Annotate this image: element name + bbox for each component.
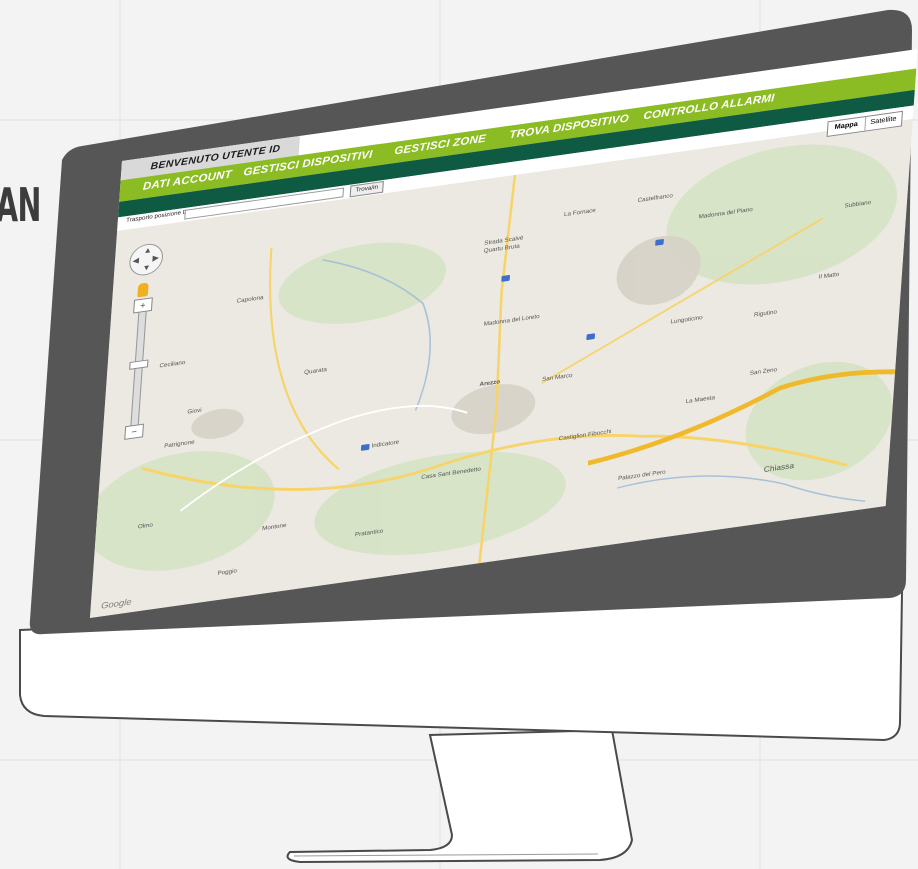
- app-screen: BENVENUTO UTENTE ID DATI ACCOUNT GESTISC…: [89, 49, 918, 618]
- pan-up-icon[interactable]: ▲: [143, 245, 152, 255]
- pan-left-icon[interactable]: ◀: [132, 256, 139, 266]
- pan-right-icon[interactable]: ▶: [152, 253, 159, 263]
- zoom-in-button[interactable]: +: [133, 297, 153, 314]
- pan-down-icon[interactable]: ▼: [142, 263, 151, 273]
- zoom-out-button[interactable]: −: [124, 423, 145, 440]
- street-view-pegman-icon[interactable]: [137, 282, 149, 298]
